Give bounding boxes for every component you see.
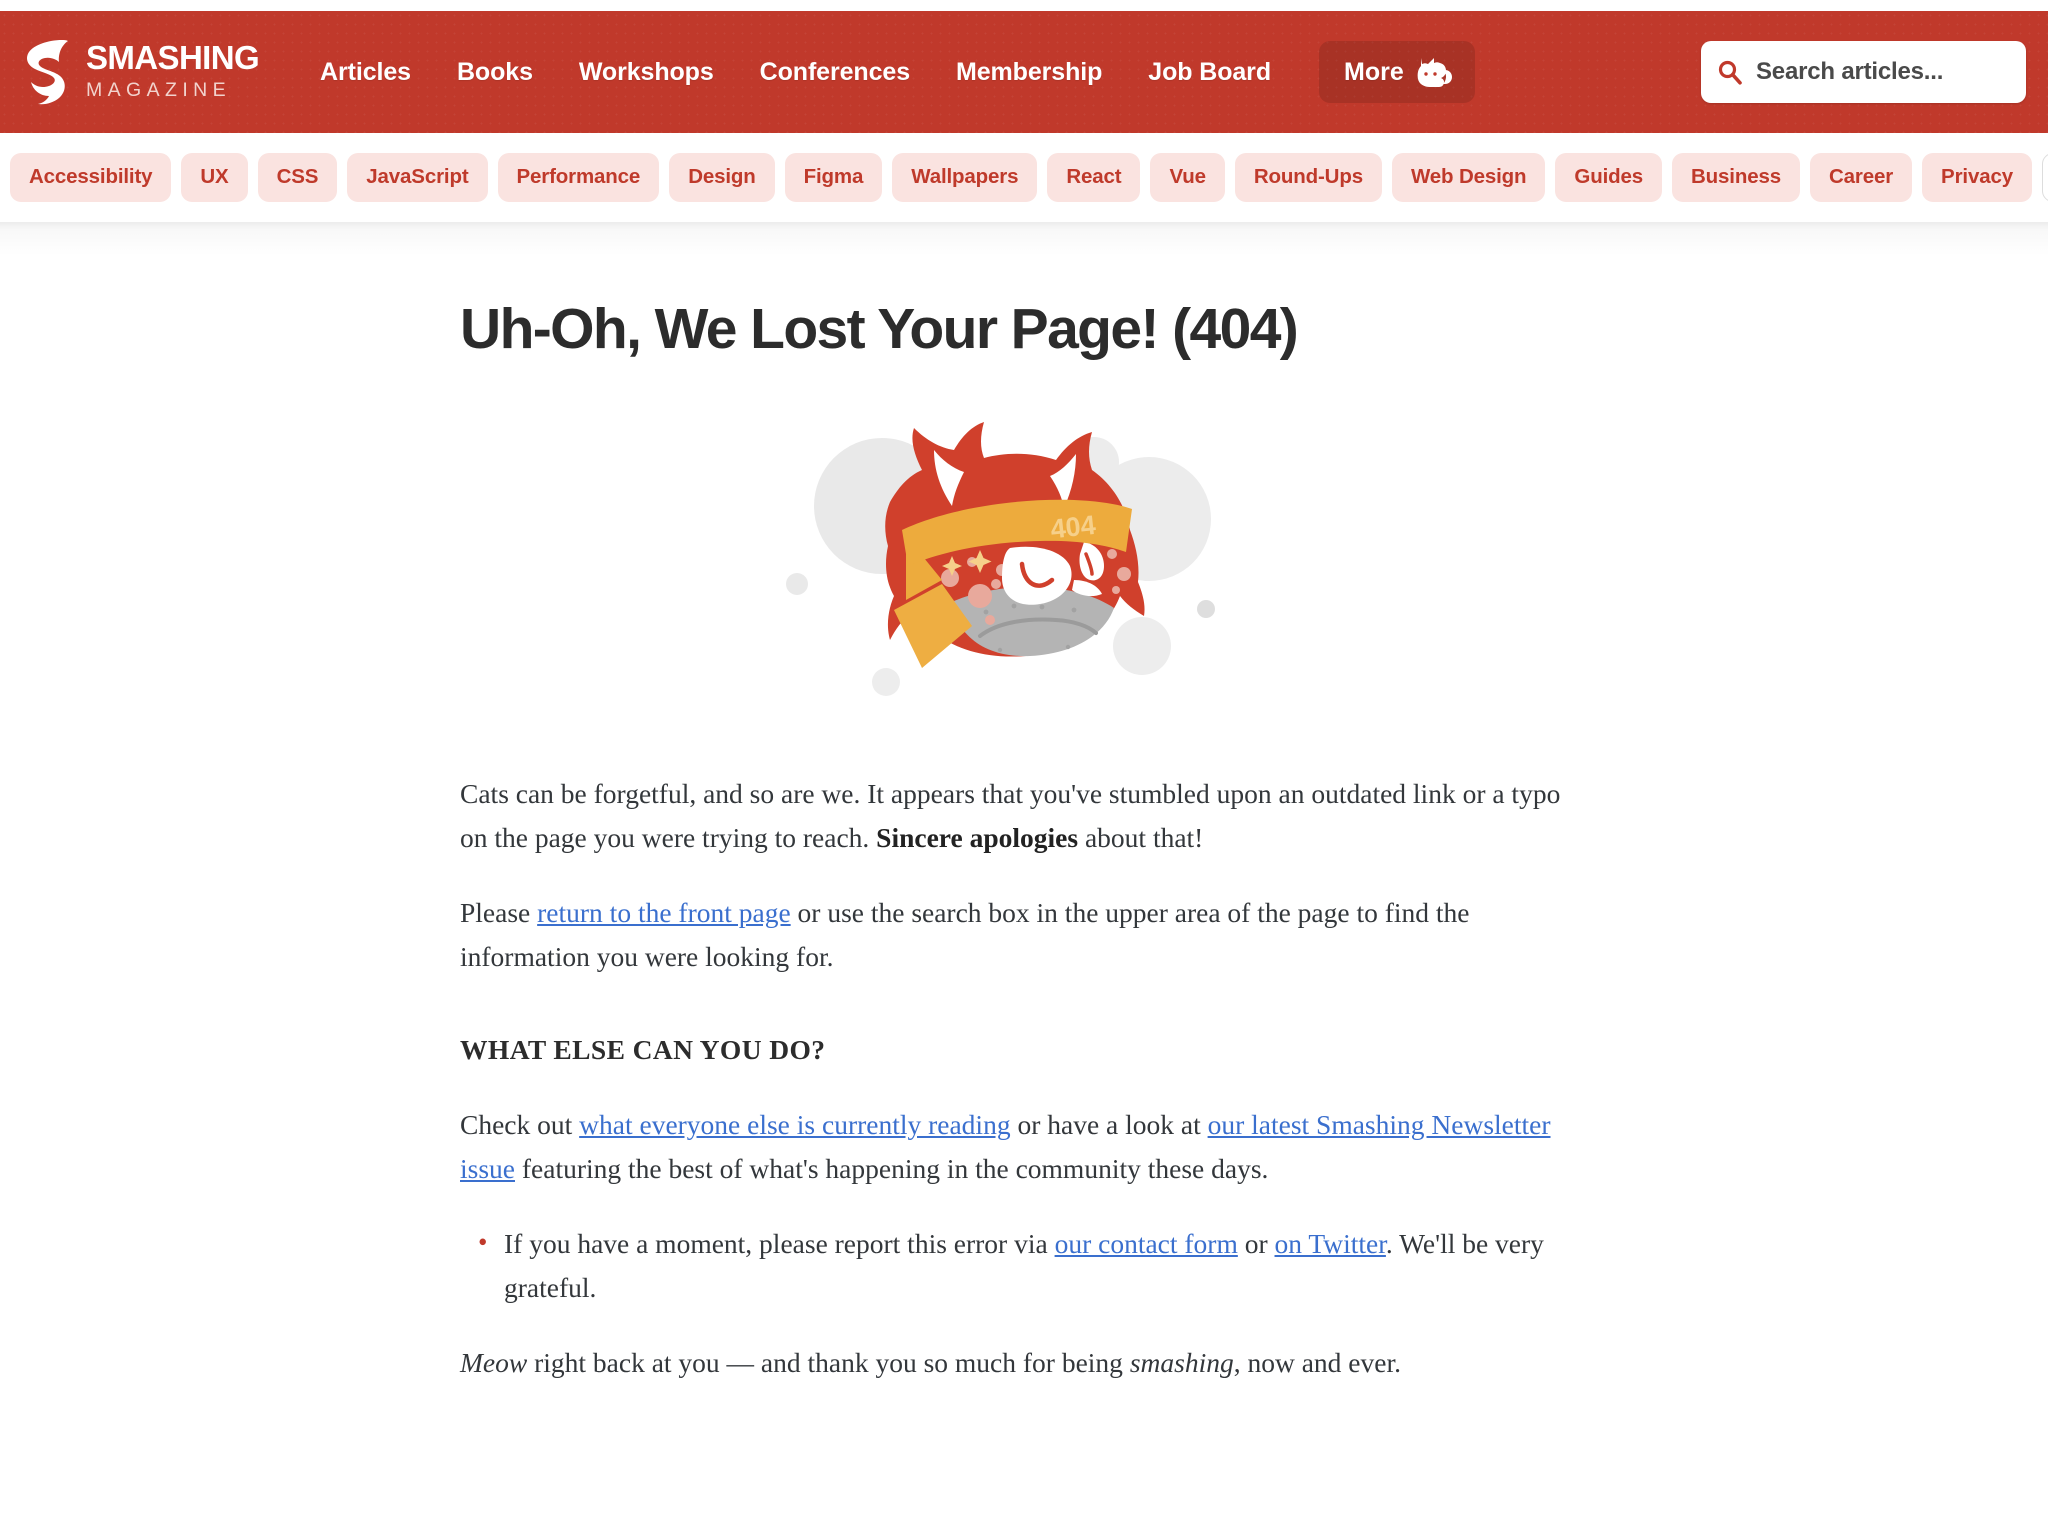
tag-pill-css[interactable]: CSS [257,153,338,202]
tag-pill-wallpapers[interactable]: Wallpapers [892,153,1038,202]
link-currently-reading[interactable]: what everyone else is currently reading [579,1109,1010,1140]
tag-pill-career[interactable]: Career [1809,153,1913,202]
illustration-404-badge: 404 [1049,510,1097,545]
sad-cat-404-illustration: 404 [460,414,1588,704]
nav-item-membership[interactable]: Membership [933,48,1125,97]
link-contact-form[interactable]: our contact form [1055,1228,1238,1259]
bullet-text-part1: If you have a moment, please report this… [504,1227,1055,1259]
meow-text-part2: , now and ever. [1233,1346,1401,1378]
front-page-text-part1: Please [460,896,538,928]
nav-item-conferences[interactable]: Conferences [737,48,933,97]
site-header: SMASHING MAGAZINE Articles Books Worksho… [0,11,2048,133]
nav-item-workshops[interactable]: Workshops [556,48,737,97]
nav-item-books[interactable]: Books [434,48,556,97]
tag-pill-ux[interactable]: UX [181,153,248,202]
tag-pill-javascript[interactable]: JavaScript [347,153,488,202]
smashing-s-logo-icon [18,36,74,108]
article-body: Cats can be forgetful, and so are we. It… [460,772,1588,1385]
paragraph-front-page: Please return to the front page or use t… [460,891,1588,980]
tag-pill-performance[interactable]: Performance [497,153,660,202]
nav-item-articles[interactable]: Articles [297,48,434,97]
suggestions-list: If you have a moment, please report this… [460,1221,1588,1311]
header-drop-shadow [0,222,2048,256]
site-logo[interactable]: SMASHING MAGAZINE [18,36,260,108]
jump-to-all-articles-button[interactable]: Jump to all articles [2041,153,2048,202]
cat-icon [1415,55,1453,89]
main-navigation: Articles Books Workshops Conferences Mem… [297,41,1475,103]
search-icon [1717,59,1743,85]
tag-pill-figma[interactable]: Figma [784,153,883,202]
page-title: Uh-Oh, We Lost Your Page! (404) [460,297,1299,361]
more-menu-button[interactable]: More [1319,41,1475,103]
meow-text-part1: right back at you — and thank you so muc… [527,1346,1130,1378]
paragraph-check-out: Check out what everyone else is currentl… [460,1103,1588,1192]
tag-pill-design[interactable]: Design [669,153,775,202]
link-return-to-front-page[interactable]: return to the front page [537,897,791,928]
logo-secondary-text: MAGAZINE [86,78,232,101]
tag-pill-react[interactable]: React [1047,153,1141,202]
check-out-text-part2: or have a look at [1010,1108,1208,1140]
section-heading-what-else: What else can you do? [460,1034,826,1066]
bullet-text-part2: or [1237,1227,1275,1259]
meow-emphasis: Meow [460,1346,528,1378]
tag-pill-guides[interactable]: Guides [1555,153,1663,202]
search-input[interactable] [1756,58,2048,86]
more-button-label: More [1344,57,1404,86]
nav-item-job-board[interactable]: Job Board [1125,48,1294,97]
paragraph-meow: Meow right back at you — and thank you s… [460,1341,1588,1386]
check-out-text-part1: Check out [460,1108,580,1140]
link-on-twitter[interactable]: on Twitter [1275,1228,1386,1259]
check-out-text-part3: featuring the best of what's happening i… [515,1153,1269,1185]
list-item: If you have a moment, please report this… [478,1221,1588,1311]
tag-pill-business[interactable]: Business [1672,153,1800,202]
smashing-emphasis: smashing [1129,1346,1234,1378]
paragraph-intro: Cats can be forgetful, and so are we. It… [460,772,1588,861]
tag-pill-web-design[interactable]: Web Design [1391,153,1546,202]
tag-pill-vue[interactable]: Vue [1150,153,1225,202]
intro-text-bold: Sincere apologies [876,822,1079,854]
search-box[interactable] [1701,41,2048,103]
page-root: SMASHING MAGAZINE Articles Books Worksho… [0,0,2048,1536]
tag-pill-round-ups[interactable]: Round-Ups [1234,153,1382,202]
tag-pill-accessibility[interactable]: Accessibility [10,153,172,202]
intro-text-part2: about that! [1078,822,1204,854]
tag-pill-privacy[interactable]: Privacy [1922,153,2032,202]
category-tag-bar: Accessibility UX CSS JavaScript Performa… [0,133,2048,222]
logo-primary-text: SMASHING [86,39,260,77]
top-white-strip [0,0,2048,11]
main-content: Uh-Oh, We Lost Your Page! (404) 404 Cats… [0,256,2048,1415]
